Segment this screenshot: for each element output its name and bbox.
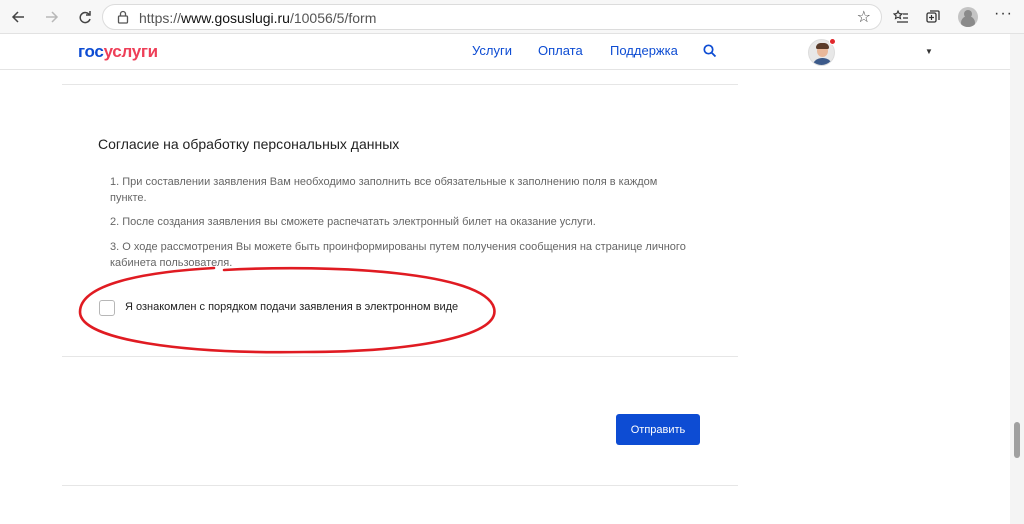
url-host: www.gosuslugi.ru (181, 10, 290, 26)
browser-profile-icon[interactable] (958, 7, 978, 27)
arrow-left-icon (11, 11, 24, 23)
section-divider (62, 356, 738, 357)
logo-part-uslugi: услуги (103, 42, 159, 61)
url-path: /10056/5/form (289, 10, 377, 26)
collections-icon[interactable] (922, 6, 944, 28)
more-options-icon[interactable]: ··· (994, 5, 1013, 23)
nav-link-services[interactable]: Услуги (472, 43, 512, 58)
consent-checkbox-label[interactable]: Я ознакомлен с порядком подачи заявления… (125, 301, 458, 313)
nav-link-support[interactable]: Поддержка (610, 43, 678, 58)
favorites-list-icon[interactable] (890, 6, 912, 28)
reload-icon (79, 11, 91, 24)
lock-icon (117, 10, 129, 24)
reload-button[interactable] (73, 5, 97, 29)
gosuslugi-logo[interactable]: госуслуги (78, 42, 158, 62)
logo-part-gos: гос (78, 42, 104, 61)
section-divider (62, 84, 738, 85)
consent-item-2: 2. После создания заявления вы сможете р… (110, 216, 596, 228)
nav-link-payment[interactable]: Оплата (538, 43, 583, 58)
browser-toolbar: https://www.gosuslugi.ru/10056/5/form ☆ … (0, 0, 1024, 34)
favorite-star-icon[interactable]: ☆ (857, 7, 871, 27)
url-scheme: https:// (139, 10, 182, 26)
consent-checkbox[interactable] (99, 300, 115, 316)
notification-dot (829, 38, 836, 45)
address-bar[interactable]: https://www.gosuslugi.ru/10056/5/form ☆ (102, 4, 882, 30)
page-scrollbar[interactable] (1010, 34, 1024, 524)
url-text: https://www.gosuslugi.ru/10056/5/form (139, 10, 376, 26)
site-header: госуслуги Услуги Оплата Поддержка ▼ (0, 34, 1010, 70)
consent-title: Согласие на обработку персональных данны… (98, 136, 400, 152)
consent-item-1: 1. При составлении заявления Вам необход… (110, 176, 658, 204)
scrollbar-thumb[interactable] (1014, 422, 1020, 458)
forward-button[interactable] (40, 5, 64, 29)
section-divider (62, 485, 738, 486)
chevron-down-icon[interactable]: ▼ (925, 47, 933, 56)
back-button[interactable] (6, 5, 30, 29)
arrow-right-icon (46, 11, 59, 23)
search-icon[interactable] (703, 44, 717, 58)
submit-button[interactable]: Отправить (616, 414, 700, 445)
